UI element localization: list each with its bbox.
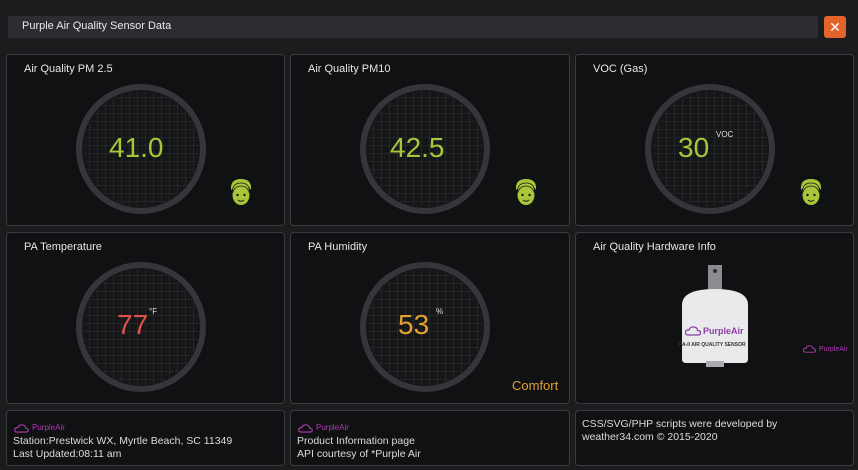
panel-title-temperature: PA Temperature [24,241,102,253]
station-name: Station:Prestwick WX, Myrtle Beach, SC 1… [13,435,233,447]
voc-value: 30 [678,132,710,163]
panel-hardware: Air Quality Hardware Info PurpleAir PA-I… [575,232,854,404]
footer-station: PurpleAir Station:Prestwick WX, Myrtle B… [6,410,285,466]
temperature-unit: °F [149,307,158,316]
good-face-icon [800,179,822,210]
product-info-link[interactable]: Product Information page [297,435,421,448]
credits-line-1: CSS/SVG/PHP scripts were developed by [582,418,778,430]
device-brand: PurpleAir [703,326,744,336]
panel-temperature: PA Temperature 77 °F [6,232,285,404]
pm25-value: 41.0 [109,132,164,163]
panel-voc: VOC (Gas) 30 VOC [575,54,854,226]
station-purpleair-logo: PurpleAir [14,422,65,435]
humidity-unit: % [436,307,444,316]
good-face-icon [515,179,537,210]
window-title: Purple Air Quality Sensor Data [22,20,172,32]
last-updated: Last Updated:08:11 am [13,447,122,460]
api-credit: API courtesy of *Purple Air [297,447,421,460]
panel-title-humidity: PA Humidity [308,241,368,253]
panel-pm10: Air Quality PM10 42.5 [290,54,570,226]
panel-title-pm10: Air Quality PM10 [308,63,391,75]
credits-link[interactable]: weather34.com © 2015-2020 [582,431,777,444]
panel-humidity: PA Humidity 53 % Comfort [290,232,570,404]
device-model: PA-II AIR QUALITY SENSOR [679,342,746,348]
pm10-value: 42.5 [390,132,445,163]
good-face-icon [230,179,252,210]
gauge-voc [645,84,775,214]
humidity-status: Comfort [512,378,559,393]
hardware-logo-text: PurpleAir [819,345,848,353]
purpleair-cloud-icon [14,424,29,433]
hardware-purpleair-logo: PurpleAir [803,345,848,353]
panel-pm25: Air Quality PM 2.5 41.0 [6,54,285,226]
purpleair-cloud-icon [298,424,313,433]
panel-title-voc: VOC (Gas) [593,63,648,75]
voc-unit: VOC [716,130,734,139]
product-purpleair-logo[interactable]: PurpleAir [298,422,349,435]
panel-title-pm25: Air Quality PM 2.5 [24,63,113,75]
purpleair-cloud-icon [685,326,701,336]
sensor-device-image [682,265,748,367]
close-button[interactable]: ✕ [824,16,846,38]
panel-title-hardware: Air Quality Hardware Info [593,241,716,253]
footer-product: PurpleAir Product Information page API c… [290,410,570,466]
top-strip [0,0,858,8]
humidity-value: 53 [398,309,430,340]
station-logo-text: PurpleAir [32,423,65,432]
footer-credits: CSS/SVG/PHP scripts were developed by we… [575,410,854,466]
temperature-value: 77 [117,309,149,340]
window-titlebar: Purple Air Quality Sensor Data [8,16,818,38]
product-logo-text: PurpleAir [316,423,349,432]
purpleair-cloud-icon [803,345,816,353]
